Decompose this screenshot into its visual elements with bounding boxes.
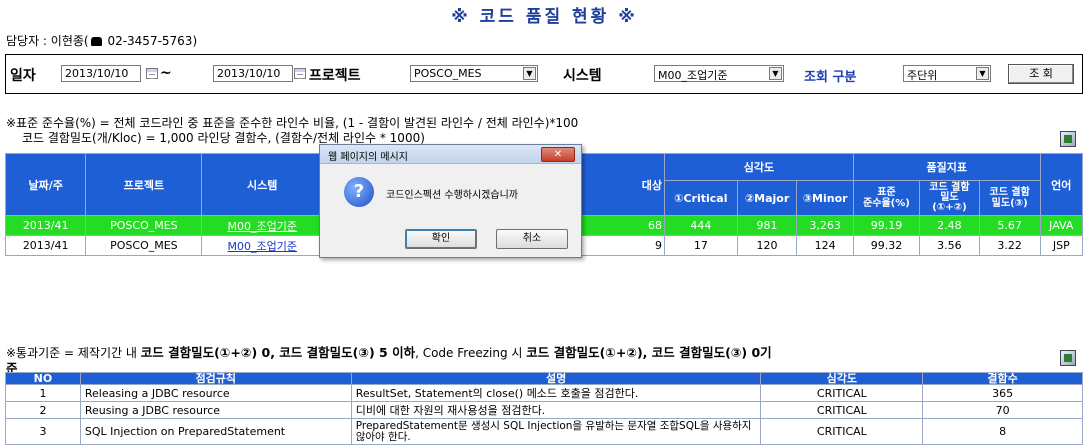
cell-rule: Reusing a JDBC resource bbox=[79, 401, 352, 419]
col-severity-group: 심각도 bbox=[663, 153, 854, 181]
project-select-value: POSCO_MES bbox=[414, 67, 482, 80]
chevron-down-icon[interactable]: ▼ bbox=[976, 67, 989, 80]
rule-row[interactable]: 3 SQL Injection on PreparedStatement Pre… bbox=[5, 418, 1083, 445]
cell-project: POSCO_MES bbox=[85, 215, 203, 236]
confirm-dialog: 웹 페이지의 메시지 ✕ ? 코드인스펙션 수행하시겠습니까 확인 취소 bbox=[319, 144, 582, 258]
rules-table: NO 점검규칙 설명 심각도 결함수 1 Releasing a JDBC re… bbox=[5, 372, 1083, 445]
calendar-from-icon[interactable] bbox=[146, 68, 158, 79]
page-title: ※ 코드 품질 현황 ※ bbox=[451, 7, 638, 27]
date-range-tilde: ~ bbox=[160, 65, 172, 81]
col-compliance: 표준 준수율(%) bbox=[852, 180, 921, 216]
cell-rule: Releasing a JDBC resource bbox=[79, 384, 352, 402]
cell-no: 1 bbox=[5, 384, 81, 402]
col-quality-group: 품질지표 bbox=[852, 153, 1041, 181]
cell-no: 2 bbox=[5, 401, 81, 419]
col-density3: 코드 결함 밀도(③) bbox=[978, 180, 1041, 216]
date-label: 일자 bbox=[10, 68, 36, 84]
cell-density12: 3.56 bbox=[919, 235, 980, 256]
cell-compliance: 99.32 bbox=[852, 235, 921, 256]
project-select[interactable]: POSCO_MES ▼ bbox=[410, 65, 538, 82]
excel-export-icon[interactable] bbox=[1060, 350, 1076, 366]
cell-week: 2013/41 bbox=[4, 235, 87, 256]
cell-no: 3 bbox=[5, 418, 81, 445]
query-type-label: 조회 구분 bbox=[804, 70, 857, 85]
owner-phone: 02-3457-5763) bbox=[107, 34, 198, 48]
col-minor: ③Minor bbox=[796, 180, 854, 216]
cell-density3: 3.22 bbox=[978, 235, 1041, 256]
date-from-input[interactable]: 2013/10/10 bbox=[61, 65, 141, 82]
dialog-message: 코드인스펙션 수행하시겠습니까 bbox=[386, 190, 518, 201]
cell-minor: 124 bbox=[796, 235, 854, 256]
ok-button[interactable]: 확인 bbox=[405, 229, 477, 249]
col-severity: 심각도 bbox=[760, 372, 924, 385]
col-system: 시스템 bbox=[201, 153, 323, 216]
system-link[interactable]: M00_조업기준 bbox=[201, 215, 323, 236]
cell-major: 981 bbox=[736, 215, 798, 236]
filter-bar: 일자 2013/10/10 ~ 2013/10/10 프로젝트 POSCO_ME… bbox=[5, 54, 1083, 94]
query-type-value: 주단위 bbox=[907, 69, 938, 82]
col-language: 언어 bbox=[1039, 153, 1084, 216]
query-button[interactable]: 조 회 bbox=[1008, 64, 1074, 84]
owner-contact: 담당자 : 이현종( 02-3457-5763) bbox=[6, 32, 197, 49]
cell-language: JSP bbox=[1039, 235, 1084, 256]
cell-compliance: 99.19 bbox=[852, 215, 921, 236]
system-link[interactable]: M00_조업기준 bbox=[201, 235, 323, 256]
system-select[interactable]: M00_조업기준 ▼ bbox=[654, 65, 784, 82]
cell-severity: CRITICAL bbox=[760, 401, 924, 419]
cell-density3: 5.67 bbox=[978, 215, 1041, 236]
cell-density12: 2.48 bbox=[919, 215, 980, 236]
close-icon[interactable]: ✕ bbox=[541, 147, 575, 162]
col-major: ②Major bbox=[736, 180, 798, 216]
pass-criteria-text: , Code Freezing 시 bbox=[415, 346, 527, 360]
pass-criteria-bold: 코드 결함밀도(①+②), 코드 결함밀도(③) 0기 bbox=[526, 345, 772, 360]
col-density12: 코드 결함 밀도 (①+②) bbox=[919, 180, 980, 216]
rule-row[interactable]: 2 Reusing a JDBC resource 디비에 대한 자원의 재사용… bbox=[5, 401, 1083, 419]
compliance-note: ※표준 준수율(%) = 전체 코드라인 중 표준을 준수한 라인수 비율, (… bbox=[6, 116, 579, 130]
cell-severity: CRITICAL bbox=[760, 418, 924, 445]
pass-criteria-bold: 코드 결함밀도(①+②) 0, 코드 결함밀도(③) 5 이하 bbox=[140, 345, 416, 360]
project-label: 프로젝트 bbox=[309, 68, 361, 84]
system-label: 시스템 bbox=[563, 68, 602, 84]
cell-language: JAVA bbox=[1039, 215, 1084, 236]
col-count: 결함수 bbox=[922, 372, 1083, 385]
phone-icon bbox=[90, 37, 102, 46]
query-type-select[interactable]: 주단위 ▼ bbox=[903, 65, 991, 82]
cell-rule: SQL Injection on PreparedStatement bbox=[79, 418, 352, 445]
col-rule: 점검규칙 bbox=[79, 372, 352, 385]
cell-count: 70 bbox=[922, 401, 1083, 419]
date-to-input[interactable]: 2013/10/10 bbox=[213, 65, 293, 82]
col-week: 날짜/주 bbox=[4, 153, 87, 216]
calendar-to-icon[interactable] bbox=[294, 68, 306, 79]
col-no: NO bbox=[5, 372, 81, 385]
system-select-value: M00_조업기준 bbox=[658, 69, 728, 82]
cell-count: 365 bbox=[922, 384, 1083, 402]
cell-project: POSCO_MES bbox=[85, 235, 203, 256]
cell-desc: PreparedStatement문 생성시 SQL Injection을 유발… bbox=[350, 418, 762, 445]
cancel-button[interactable]: 취소 bbox=[496, 229, 568, 249]
cell-desc: 디비에 대한 자원의 재사용성을 점검한다. bbox=[350, 401, 762, 419]
cell-critical: 444 bbox=[663, 215, 738, 236]
cell-major: 120 bbox=[736, 235, 798, 256]
cell-critical: 17 bbox=[663, 235, 738, 256]
cell-count: 8 bbox=[922, 418, 1083, 445]
col-critical: ①Critical bbox=[663, 180, 738, 216]
excel-export-icon[interactable] bbox=[1060, 131, 1076, 147]
cell-desc: ResultSet, Statement의 close() 메소드 호출을 점검… bbox=[350, 384, 762, 402]
cell-severity: CRITICAL bbox=[760, 384, 924, 402]
rule-row[interactable]: 1 Releasing a JDBC resource ResultSet, S… bbox=[5, 384, 1083, 402]
col-project: 프로젝트 bbox=[85, 153, 203, 216]
chevron-down-icon[interactable]: ▼ bbox=[523, 67, 536, 80]
owner-label: 담당자 : 이현종( bbox=[6, 34, 89, 48]
col-desc: 설명 bbox=[350, 372, 762, 385]
pass-criteria-text: ※통과기준 = 제작기간 내 bbox=[6, 346, 141, 360]
cell-week: 2013/41 bbox=[4, 215, 87, 236]
cell-minor: 3,263 bbox=[796, 215, 854, 236]
chevron-down-icon[interactable]: ▼ bbox=[769, 67, 782, 80]
question-icon: ? bbox=[344, 177, 374, 207]
